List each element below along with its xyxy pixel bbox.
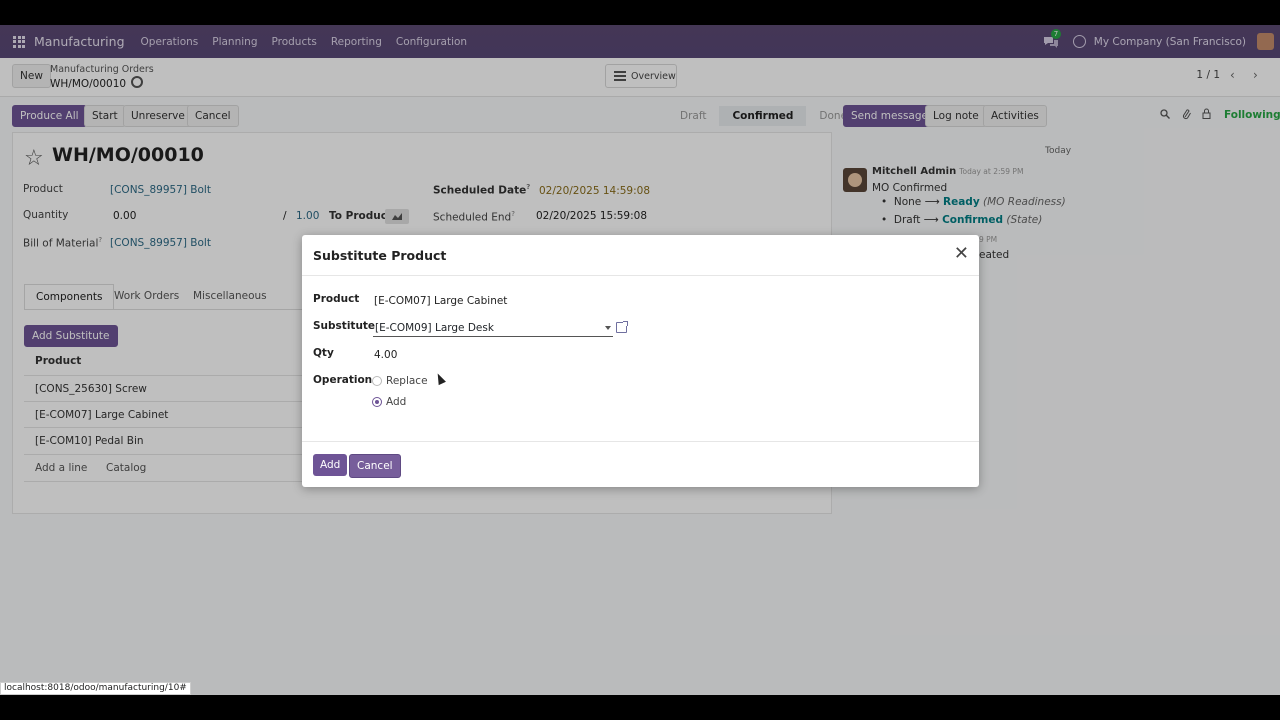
chevron-down-icon[interactable] (605, 326, 611, 330)
qty-field[interactable]: 4.00 (374, 349, 397, 361)
product-value: [E-COM07] Large Cabinet (374, 295, 508, 307)
cancel-button[interactable]: Cancel (349, 454, 401, 478)
dialog-footer-divider (302, 441, 979, 442)
status-url: localhost:8018/odoo/manufacturing/10# (0, 682, 191, 695)
substitute-product-dialog: Substitute Product ✕ Product [E-COM07] L… (302, 235, 979, 487)
close-icon[interactable]: ✕ (954, 245, 969, 263)
radio-add-label[interactable]: Add (386, 396, 406, 408)
substitute-field[interactable]: [E-COM09] Large Desk (373, 321, 613, 337)
app-viewport: Manufacturing Operations Planning Produc… (0, 25, 1280, 695)
dialog-title: Substitute Product (313, 248, 447, 263)
external-link-icon[interactable] (616, 321, 628, 333)
operation-label: Operation (313, 374, 373, 386)
radio-replace[interactable] (372, 376, 382, 386)
substitute-label: Substitute (313, 320, 376, 332)
substitute-value[interactable]: [E-COM09] Large Desk (375, 322, 494, 334)
add-button[interactable]: Add (313, 454, 348, 476)
qty-label: Qty (313, 347, 334, 359)
dialog-header: Substitute Product ✕ (302, 235, 979, 276)
radio-replace-label[interactable]: Replace (386, 375, 428, 387)
radio-add[interactable] (372, 397, 382, 407)
product-label: Product (313, 293, 360, 305)
